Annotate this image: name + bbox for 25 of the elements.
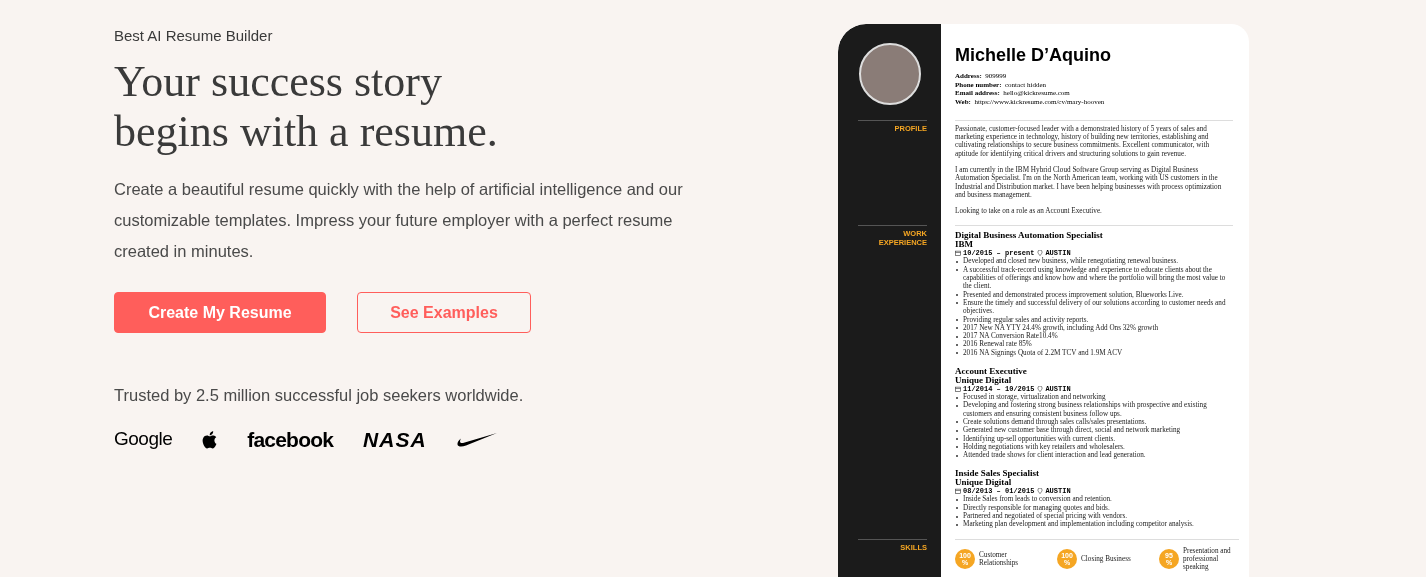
see-examples-button[interactable]: See Examples [357, 292, 531, 333]
company-name: IBM [955, 240, 973, 250]
logo-wordmark: facebook [247, 426, 334, 453]
swoosh-icon [456, 432, 497, 447]
trust-text: Trusted by 2.5 million successful job seekers worldwide. [114, 385, 525, 406]
job-title: Inside Sales Specialist [955, 469, 1040, 479]
headline-line: Your success story [114, 57, 443, 107]
calendar-icon [955, 250, 961, 257]
job-title: Digital Business Automation Specialist [955, 231, 1104, 241]
calendar-icon [955, 386, 961, 393]
apple-icon [202, 430, 218, 449]
calendar-icon [955, 488, 961, 495]
company-name: Unique Digital [955, 478, 1012, 488]
location-pin-icon [1037, 250, 1044, 257]
logo-wordmark: NASA [363, 426, 427, 453]
resume-name: Michelle D’Aquino [955, 44, 1112, 66]
headline-line: begins with a resume. [114, 107, 499, 157]
eyebrow-text: Best AI Resume Builder [114, 27, 274, 45]
location-pin-icon [1037, 386, 1044, 393]
description-text: Create a beautiful resume quickly with the help of artificial intelligence and our customizable templates. Impress your future employer with a perfect resume created in minutes. [114, 179, 684, 262]
company-name: Unique Digital [955, 376, 1013, 386]
create-resume-button[interactable]: Create My Resume [114, 292, 326, 333]
location-pin-icon [1037, 488, 1044, 495]
logo-wordmark: Google [114, 427, 173, 452]
job-title: Account Executive [955, 367, 1028, 377]
